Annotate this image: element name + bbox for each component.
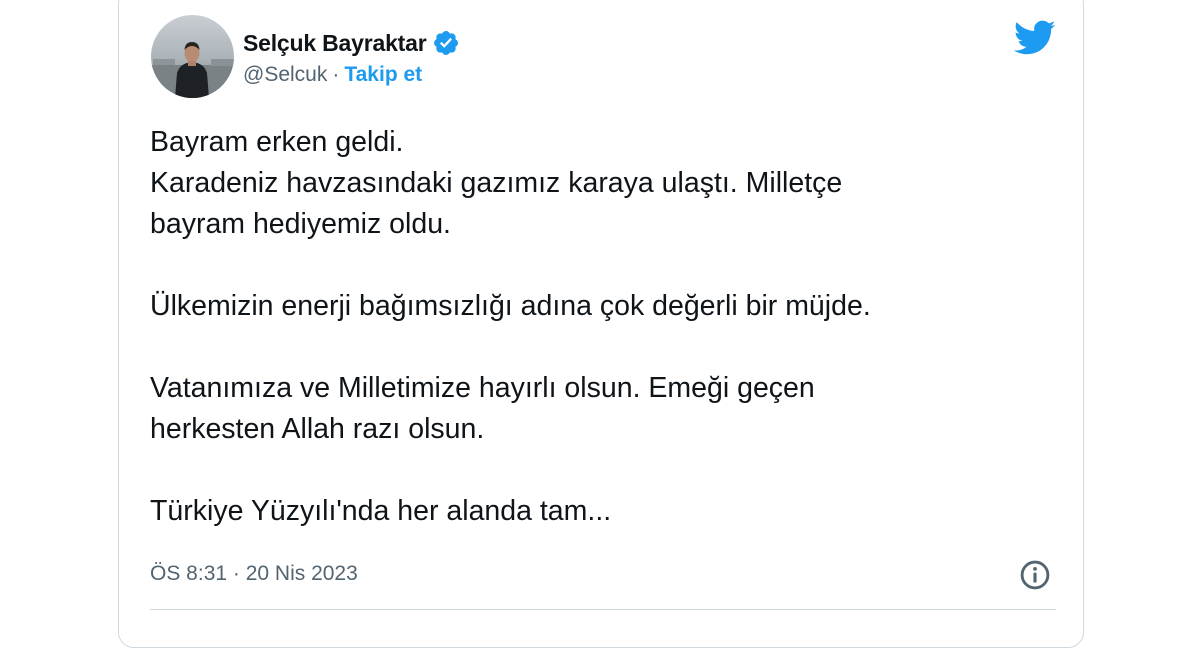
tweet-line: Vatanımıza ve Milletimize hayırlı olsun.… [150,372,815,404]
avatar[interactable] [151,15,234,98]
tweet-timestamp[interactable]: ÖS 8:31 · 20 Nis 2023 [150,562,358,586]
verified-badge-icon [432,29,460,57]
info-icon[interactable] [1017,557,1053,593]
divider [150,609,1056,610]
avatar-image [151,15,234,98]
tweet-line: Türkiye Yüzyılı'nda her alanda tam... [150,495,612,527]
author-display-name[interactable]: Selçuk Bayraktar [243,30,427,57]
author-handle[interactable]: @Selcuk [243,63,327,87]
follow-button[interactable]: Takip et [344,63,422,87]
author-name-row: Selçuk Bayraktar [243,28,460,58]
tweet-line: Ülkemizin enerji bağımsızlığı adına çok … [150,290,871,322]
twitter-bird-icon[interactable] [1013,20,1056,56]
separator-dot: · [332,63,340,86]
tweet-text: Bayram erken geldi. Karadeniz havzasında… [150,122,1050,532]
tweet-line: Bayram erken geldi. [150,126,404,158]
tweet-line: herkesten Allah razı olsun. [150,413,485,445]
tweet-line: Karadeniz havzasındaki gazımız karaya ul… [150,167,843,199]
tweet-line: bayram hediyemiz oldu. [150,208,451,240]
author-handle-row: @Selcuk · Takip et [243,63,422,87]
